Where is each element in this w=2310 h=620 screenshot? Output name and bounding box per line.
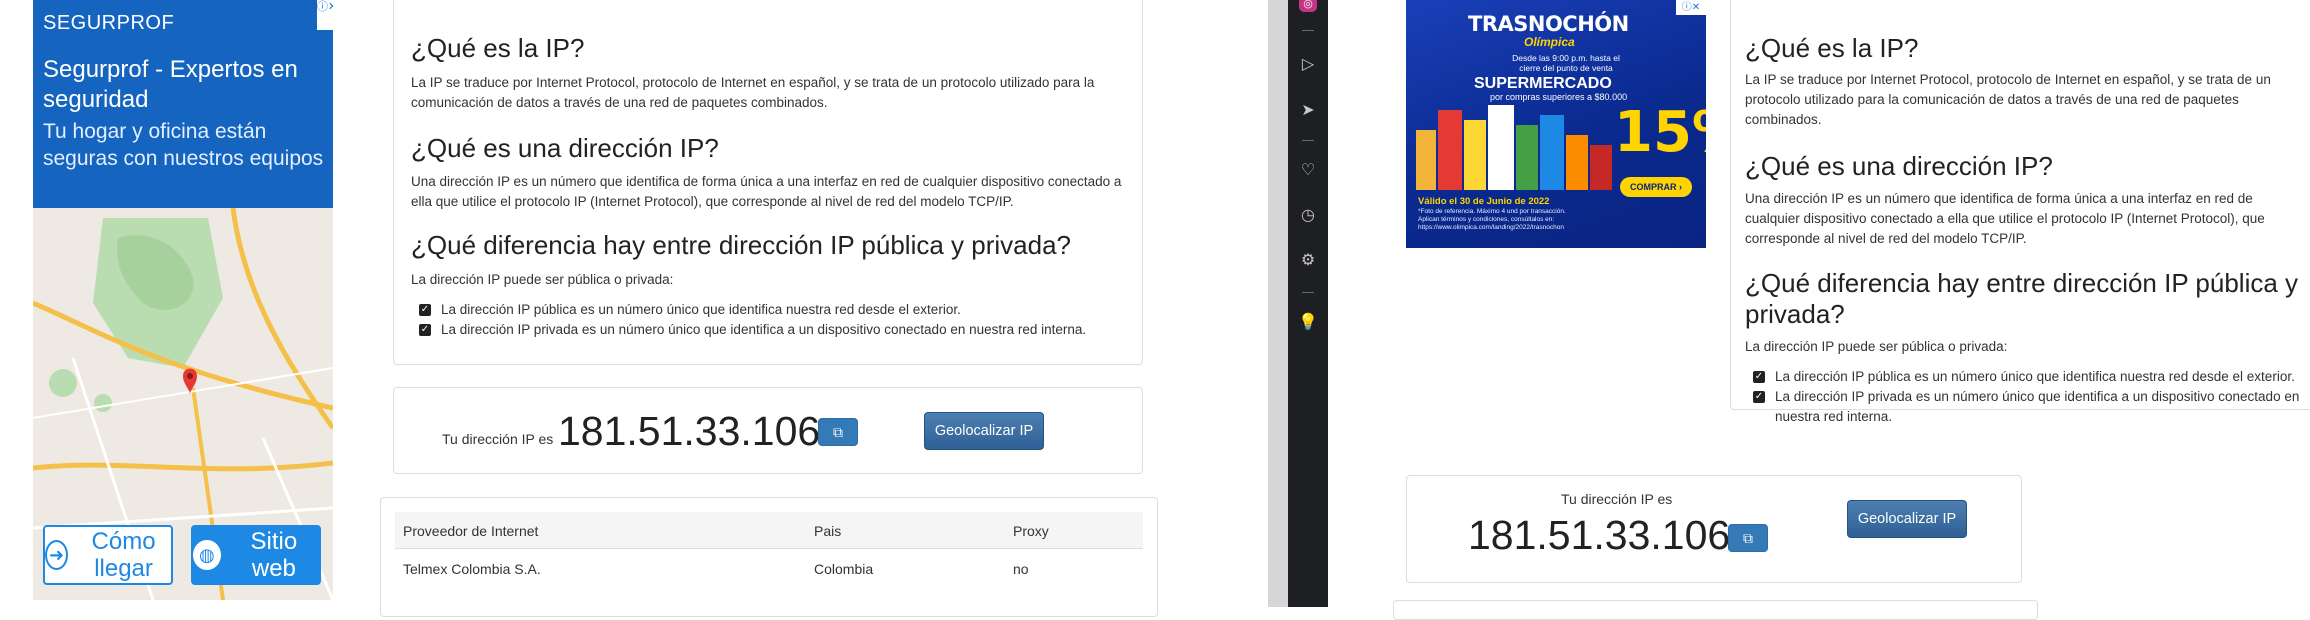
paragraph-ip-address: Una dirección IP es un número que identi… — [1745, 191, 2265, 246]
copy-button[interactable]: ⧉ — [818, 418, 858, 446]
geolocate-button[interactable]: Geolocalizar IP — [1847, 500, 1967, 538]
list-item: ✓ La dirección IP pública es un número ú… — [419, 300, 1139, 320]
heading-ip-address: ¿Qué es una dirección IP? — [1745, 151, 2053, 181]
column-provider: Proveedor de Internet — [403, 523, 539, 539]
list-item: ✓ La dirección IP privada es un número ú… — [419, 320, 1139, 340]
checkbox-icon: ✓ — [1753, 391, 1765, 403]
sidebar-divider — [1302, 30, 1314, 31]
geolocate-button[interactable]: Geolocalizar IP — [924, 412, 1044, 450]
paragraph-public-private: La dirección IP puede ser pública o priv… — [1745, 339, 2008, 354]
instagram-icon[interactable]: ◎ — [1299, 0, 1317, 12]
ad-buy-button[interactable]: COMPRAR › — [1620, 177, 1692, 197]
heart-icon[interactable]: ♡ — [1296, 158, 1320, 182]
settings-icon[interactable]: ⚙ — [1296, 248, 1320, 272]
ad-brand: Olímpica — [1524, 35, 1575, 49]
list-item-text: La dirección IP pública es un número úni… — [441, 302, 961, 317]
website-label: Sitio web — [250, 528, 298, 582]
cell-provider: Telmex Colombia S.A. — [403, 561, 541, 577]
heading-public-private: ¿Qué diferencia hay entre dirección IP p… — [1745, 268, 2299, 329]
ad-validity: Válido el 30 de Junio de 2022 — [1418, 196, 1550, 207]
list-item: ✓ La dirección IP privada es un número ú… — [1753, 387, 2310, 427]
ip-label: Tu dirección IP es — [442, 431, 554, 447]
sidebar-divider — [1302, 140, 1314, 141]
checkbox-icon: ✓ — [419, 324, 431, 336]
bulb-icon[interactable]: 💡 — [1296, 310, 1320, 334]
history-icon[interactable]: ◷ — [1296, 203, 1320, 227]
cell-country: Colombia — [814, 561, 874, 577]
directions-label: Cómo llegar — [91, 528, 156, 582]
heading-ip-address: ¿Qué es una dirección IP? — [411, 133, 719, 163]
list-item-text: La dirección IP pública es un número úni… — [1775, 369, 2295, 384]
products-illustration — [1416, 105, 1612, 190]
ad-supermarket: SUPERMERCADO — [1474, 75, 1612, 92]
paragraph-ip-address: Una dirección IP es un número que identi… — [411, 174, 1122, 209]
send-icon[interactable]: ➤ — [1296, 98, 1320, 122]
browser-sidebar: ◎ ▷ ➤ ♡ ◷ ⚙ 💡 — [1288, 0, 1328, 607]
paragraph-what-is-ip: La IP se traduce por Internet Protocol, … — [411, 75, 1095, 110]
ad-brand: SEGURPROF — [43, 12, 175, 34]
column-country: Pais — [814, 523, 842, 539]
checkbox-icon: ✓ — [1753, 371, 1765, 383]
adchoices-icon[interactable]: ⓘ✕ — [1676, 0, 1706, 15]
directions-icon: ➜ — [45, 540, 69, 570]
globe-icon: ◍ — [193, 540, 221, 570]
heading-what-is-ip: ¿Qué es la IP? — [411, 33, 585, 63]
ad-hours: Desde las 9:00 p.m. hasta el cierre del … — [1512, 53, 1620, 73]
segurprof-ad[interactable]: SEGURPROF ⓘ✕ Segurprof - Expertos en seg… — [33, 0, 333, 600]
cell-proxy: no — [1013, 561, 1029, 577]
paragraph-public-private: La dirección IP puede ser pública o priv… — [411, 272, 674, 287]
list-item-text: La dirección IP privada es un número úni… — [441, 322, 1087, 337]
player-icon[interactable]: ▷ — [1296, 52, 1320, 76]
ip-label: Tu dirección IP es — [1561, 491, 1673, 507]
adchoices-icon[interactable]: ⓘ✕ — [317, 0, 333, 30]
heading-public-private: ¿Qué diferencia hay entre dirección IP p… — [411, 230, 1072, 260]
ad-description: Tu hogar y oficina están seguras con nue… — [43, 120, 324, 170]
window-divider — [1268, 0, 1288, 607]
list-item: ✓ La dirección IP pública es un número ú… — [1753, 367, 2310, 387]
column-proxy: Proxy — [1013, 523, 1049, 539]
sidebar-divider — [1302, 292, 1314, 293]
checkbox-icon: ✓ — [419, 304, 431, 316]
ad-title: TRASNOCHÓN — [1468, 12, 1629, 36]
olimpica-ad[interactable]: TRASNOCHÓN Olímpica Desde las 9:00 p.m. … — [1406, 0, 1706, 248]
ip-value: 181.51.33.106 — [558, 408, 821, 454]
website-button[interactable]: ◍ Sitio web — [191, 525, 321, 585]
ip-value: 181.51.33.106 — [1468, 512, 1731, 558]
copy-icon: ⧉ — [1743, 529, 1753, 546]
copy-button[interactable]: ⧉ — [1728, 524, 1768, 552]
ad-headline[interactable]: Segurprof - Expertos en seguridad — [43, 55, 328, 115]
copy-icon: ⧉ — [833, 423, 843, 440]
provider-panel-right — [1393, 600, 2038, 620]
ad-fineprint: *Foto de referencia. Máximo 4 und por tr… — [1418, 208, 1566, 231]
heading-what-is-ip: ¿Qué es la IP? — [1745, 33, 1919, 63]
paragraph-what-is-ip: La IP se traduce por Internet Protocol, … — [1745, 72, 2271, 127]
ad-discount: 15% — [1614, 100, 1706, 165]
directions-button[interactable]: ➜ Cómo llegar — [43, 525, 173, 585]
list-item-text: La dirección IP privada es un número úni… — [1775, 389, 2300, 424]
